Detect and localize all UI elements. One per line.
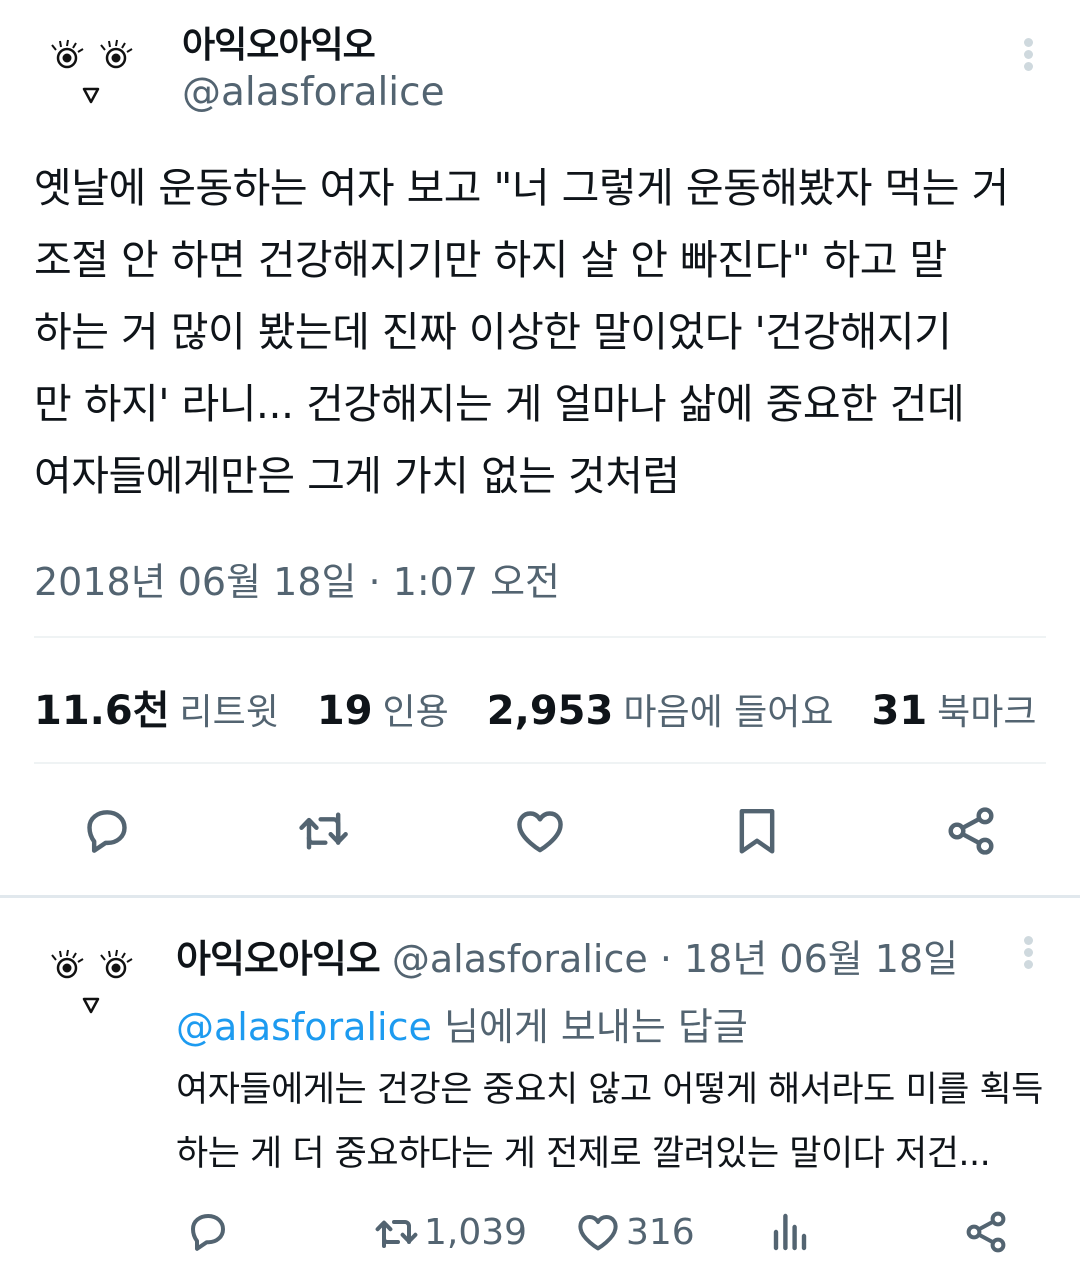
bookmark-count: 31 bbox=[871, 688, 928, 734]
tweet-stats: 11.6천 리트윗 19 인용 2,953 마음에 들어요 31 북마크 bbox=[34, 678, 1075, 734]
retweet-icon bbox=[299, 812, 348, 850]
like-button[interactable] bbox=[505, 796, 575, 866]
views-icon bbox=[773, 1213, 807, 1251]
bookmark-icon bbox=[739, 808, 775, 854]
reply-header: 아익오아익오 @alasforalice · 18년 06월 18일 bbox=[176, 928, 958, 983]
reply-icon bbox=[87, 810, 127, 853]
tweet-text-line: 조절 안 하면 건강해지기만 하지 살 안 빠진다" 하고 말 bbox=[34, 236, 947, 284]
user-handle[interactable]: @alasforalice bbox=[392, 937, 648, 981]
retweet-label: 리트윗 bbox=[179, 692, 279, 733]
reply-actions: 1,039 316 bbox=[176, 1204, 1046, 1260]
like-stat[interactable]: 2,953 마음에 들어요 bbox=[487, 683, 834, 735]
reply-button[interactable] bbox=[184, 1204, 232, 1260]
share-button[interactable] bbox=[962, 1204, 1010, 1260]
share-icon bbox=[948, 807, 994, 855]
avatar[interactable] bbox=[34, 932, 148, 1046]
like-icon bbox=[578, 1215, 618, 1251]
quote-stat[interactable]: 19 인용 bbox=[317, 683, 449, 735]
bookmark-stat[interactable]: 31 북마크 bbox=[872, 683, 1037, 735]
share-button[interactable] bbox=[936, 796, 1006, 866]
display-name[interactable]: 아익오아익오 bbox=[182, 16, 376, 68]
bookmark-label: 북마크 bbox=[937, 692, 1037, 733]
retweet-icon bbox=[375, 1220, 418, 1248]
tweet-timestamp[interactable]: 2018년 06월 18일 · 1:07 오전 bbox=[34, 551, 560, 606]
avatar[interactable] bbox=[34, 22, 148, 136]
retweet-button[interactable]: 1,039 bbox=[372, 1204, 527, 1260]
cartoon-face-icon bbox=[34, 22, 148, 136]
like-count: 2,953 bbox=[486, 688, 614, 734]
like-button[interactable]: 316 bbox=[574, 1204, 695, 1260]
main-tweet: 아익오아익오 @alasforalice 옛날에 운동하는 여자 보고 "너 그… bbox=[0, 0, 1080, 895]
replying-to-label: 님에게 보내는 답글 bbox=[443, 1005, 748, 1049]
quote-label: 인용 bbox=[382, 692, 449, 733]
separator-dot: · bbox=[659, 937, 672, 981]
tweet-actions bbox=[34, 796, 1046, 866]
reply-text-line: 여자들에게는 건강은 중요치 않고 어떻게 해서라도 미를 획득 bbox=[176, 1070, 1043, 1110]
retweet-count: 11.6천 bbox=[34, 688, 170, 734]
reply-text-line: 하는 게 더 중요하다는 게 전제로 깔려있는 말이다 저건... bbox=[176, 1134, 991, 1174]
views-button[interactable] bbox=[766, 1204, 814, 1260]
tweet-text-line: 여자들에게만은 그게 가치 없는 것처럼 bbox=[34, 452, 680, 500]
quote-count: 19 bbox=[316, 688, 373, 734]
tweet-text-line: 만 하지' 라니... 건강해지는 게 얼마나 삶에 중요한 건데 bbox=[34, 380, 965, 428]
like-count: 316 bbox=[626, 1211, 695, 1253]
user-handle[interactable]: @alasforalice bbox=[182, 70, 445, 115]
retweet-count: 1,039 bbox=[424, 1211, 528, 1253]
retweet-stat[interactable]: 11.6천 리트윗 bbox=[34, 678, 279, 736]
more-options-icon[interactable] bbox=[1022, 38, 1034, 78]
replying-to-handle[interactable]: @alasforalice bbox=[176, 1005, 432, 1049]
more-options-icon[interactable] bbox=[1022, 936, 1034, 976]
cartoon-face-icon bbox=[34, 932, 148, 1046]
share-icon bbox=[966, 1211, 1006, 1253]
tweet-text-line: 하는 거 많이 봤는데 진짜 이상한 말이었다 '건강해지기 bbox=[34, 308, 952, 356]
reply-date[interactable]: 18년 06월 18일 bbox=[684, 937, 958, 981]
reply-tweet[interactable]: 아익오아익오 @alasforalice · 18년 06월 18일 @alas… bbox=[0, 898, 1080, 1281]
like-icon bbox=[517, 811, 563, 853]
reply-button[interactable] bbox=[72, 796, 142, 866]
replying-to: @alasforalice 님에게 보내는 답글 bbox=[176, 996, 748, 1051]
like-label: 마음에 들어요 bbox=[623, 692, 834, 733]
divider bbox=[34, 762, 1046, 764]
display-name[interactable]: 아익오아익오 bbox=[176, 937, 381, 981]
retweet-button[interactable] bbox=[288, 796, 358, 866]
tweet-text: 옛날에 운동하는 여자 보고 "너 그렇게 운동해봤자 먹는 거 조절 안 하면… bbox=[34, 152, 1050, 512]
reply-text: 여자들에게는 건강은 중요치 않고 어떻게 해서라도 미를 획득 하는 게 더 … bbox=[176, 1058, 1056, 1186]
divider bbox=[34, 636, 1046, 638]
reply-icon bbox=[191, 1214, 225, 1251]
tweet-text-line: 옛날에 운동하는 여자 보고 "너 그렇게 운동해봤자 먹는 거 bbox=[34, 164, 1009, 212]
bookmark-button[interactable] bbox=[722, 796, 792, 866]
